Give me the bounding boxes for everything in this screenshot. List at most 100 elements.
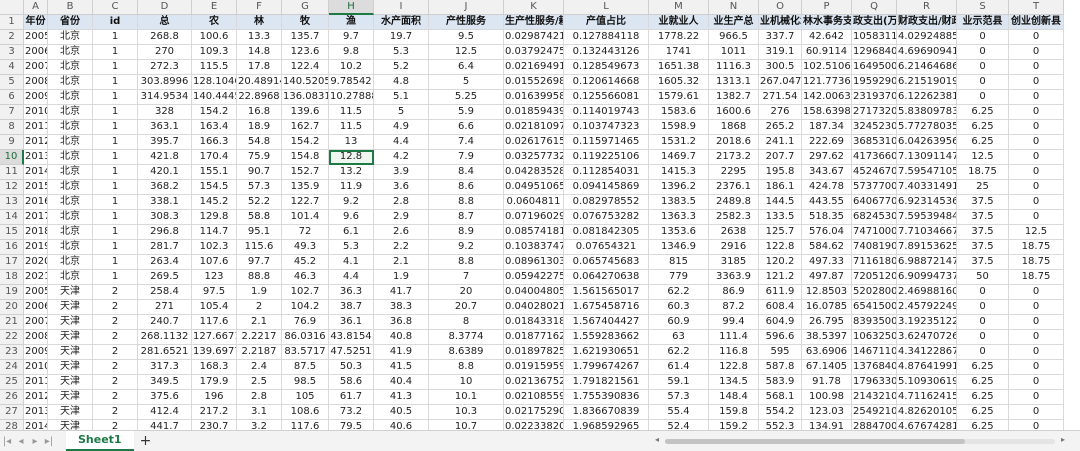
data-cell[interactable]: 2010 — [24, 105, 48, 120]
data-cell[interactable]: 127.6671 — [192, 330, 237, 345]
data-cell[interactable]: 111.4 — [709, 330, 759, 345]
data-cell[interactable]: 7.4 — [429, 135, 504, 150]
data-cell[interactable]: 1741 — [649, 45, 709, 60]
data-cell[interactable]: 142.0063 — [802, 90, 852, 105]
data-cell[interactable]: 1651.38 — [649, 60, 709, 75]
data-cell[interactable]: 276 — [759, 105, 802, 120]
data-cell[interactable]: 552.3 — [759, 420, 802, 430]
data-cell[interactable]: 263.4 — [138, 255, 192, 270]
data-cell[interactable]: 128.1046 — [192, 75, 237, 90]
data-cell[interactable]: 2006 — [24, 45, 48, 60]
data-cell[interactable]: 45246700 — [852, 165, 897, 180]
data-cell[interactable]: 8.6 — [429, 180, 504, 195]
column-header-g[interactable]: G — [282, 0, 329, 15]
column-header-r[interactable]: R — [897, 0, 957, 15]
data-cell[interactable]: 49.3 — [282, 240, 329, 255]
data-cell[interactable]: 2014 — [24, 420, 48, 430]
data-cell[interactable]: 2.9 — [374, 210, 429, 225]
data-cell[interactable]: 154.5 — [192, 180, 237, 195]
data-cell[interactable]: 天津 — [48, 285, 93, 300]
data-cell[interactable]: 36.3 — [329, 285, 374, 300]
data-cell[interactable]: 4.826201058 — [897, 405, 957, 420]
header-cell[interactable]: 省份 — [48, 15, 93, 30]
data-cell[interactable]: 北京 — [48, 240, 93, 255]
data-cell[interactable]: 8 — [429, 315, 504, 330]
data-cell[interactable]: 60.9 — [649, 315, 709, 330]
row-header-27[interactable]: 27 — [0, 405, 24, 420]
data-cell[interactable]: 52.4 — [649, 420, 709, 430]
data-cell[interactable]: 121.7736 — [802, 75, 852, 90]
data-cell[interactable]: 0.089613035 — [504, 255, 564, 270]
data-cell[interactable]: 105.4 — [192, 300, 237, 315]
column-header-d[interactable]: D — [138, 0, 192, 15]
data-cell[interactable]: 0.021810972 — [504, 120, 564, 135]
data-cell[interactable]: 1353.6 — [649, 225, 709, 240]
data-cell[interactable]: 395.7 — [138, 135, 192, 150]
data-cell[interactable]: 2021 — [24, 270, 48, 285]
data-cell[interactable]: 1 — [93, 45, 138, 60]
data-cell[interactable]: 64067700 — [852, 195, 897, 210]
data-cell[interactable]: 3.624707265 — [897, 330, 957, 345]
header-cell[interactable]: 渔 — [329, 15, 374, 30]
data-cell[interactable]: 1116.3 — [709, 60, 759, 75]
data-cell[interactable]: 102.3 — [192, 240, 237, 255]
data-cell[interactable]: 6.042639561 — [897, 135, 957, 150]
data-cell[interactable]: 9.6 — [329, 210, 374, 225]
data-cell[interactable]: 41.3 — [374, 390, 429, 405]
data-cell[interactable]: 6.92314536 — [897, 195, 957, 210]
data-cell[interactable]: 604.9 — [759, 315, 802, 330]
data-cell[interactable]: 7.710346674 — [897, 225, 957, 240]
data-cell[interactable]: 6.909947371 — [897, 270, 957, 285]
row-header-13[interactable]: 13 — [0, 195, 24, 210]
data-cell[interactable]: 0.114019743 — [564, 105, 649, 120]
data-cell[interactable]: 0.07654321 — [564, 240, 649, 255]
data-cell[interactable]: 421.8 — [138, 150, 192, 165]
data-cell[interactable]: 74710000 — [852, 225, 897, 240]
data-cell[interactable]: 5.25 — [429, 90, 504, 105]
data-cell[interactable]: 9.2 — [329, 195, 374, 210]
header-cell[interactable]: 业就业人 — [649, 15, 709, 30]
data-cell[interactable]: 217.2 — [192, 405, 237, 420]
data-cell[interactable]: 2489.8 — [709, 195, 759, 210]
row-header-22[interactable]: 22 — [0, 330, 24, 345]
data-cell[interactable]: 63.6906 — [802, 345, 852, 360]
column-header-j[interactable]: J — [429, 0, 504, 15]
data-cell[interactable]: 6.215190196 — [897, 75, 957, 90]
data-cell[interactable]: 240.7 — [138, 315, 192, 330]
data-cell[interactable]: 5.772780358 — [897, 120, 957, 135]
data-cell[interactable]: 0 — [1009, 330, 1064, 345]
data-cell[interactable]: 0.0604811 — [504, 195, 564, 210]
data-cell[interactable]: 8.6389 — [429, 345, 504, 360]
data-cell[interactable]: 57.3 — [237, 180, 282, 195]
data-cell[interactable]: 0.029874214 — [504, 30, 564, 45]
column-header-c[interactable]: C — [93, 0, 138, 15]
data-cell[interactable]: 60.9114 — [802, 45, 852, 60]
data-cell[interactable]: 10583114 — [852, 30, 897, 45]
data-cell[interactable]: 18.75 — [957, 165, 1009, 180]
data-cell[interactable]: 74081900 — [852, 240, 897, 255]
row-header-12[interactable]: 12 — [0, 180, 24, 195]
row-header-1[interactable]: 1 — [0, 15, 24, 30]
data-cell[interactable]: 100.98 — [802, 390, 852, 405]
column-header-m[interactable]: M — [649, 0, 709, 15]
data-cell[interactable]: 443.55 — [802, 195, 852, 210]
data-cell[interactable]: 天津 — [48, 420, 93, 430]
data-cell[interactable]: 10 — [429, 375, 504, 390]
data-cell[interactable]: 50 — [957, 270, 1009, 285]
data-cell[interactable]: 8.3774 — [429, 330, 504, 345]
data-cell[interactable]: 10.1 — [429, 390, 504, 405]
data-cell[interactable]: 117.6 — [282, 420, 329, 430]
data-cell[interactable]: 55.4 — [649, 405, 709, 420]
data-cell[interactable]: 4.4 — [329, 270, 374, 285]
data-cell[interactable]: 267.0476 — [759, 75, 802, 90]
data-cell[interactable]: 1778.22 — [649, 30, 709, 45]
data-cell[interactable]: 441.7 — [138, 420, 192, 430]
data-cell[interactable]: 11.5 — [329, 105, 374, 120]
data-cell[interactable]: 73.2 — [329, 405, 374, 420]
data-cell[interactable]: 天津 — [48, 315, 93, 330]
header-cell[interactable]: 总 — [138, 15, 192, 30]
data-cell[interactable]: 1469.7 — [649, 150, 709, 165]
data-cell[interactable]: 38.3 — [374, 300, 429, 315]
data-cell[interactable]: 58.8 — [237, 210, 282, 225]
data-cell[interactable]: 北京 — [48, 30, 93, 45]
